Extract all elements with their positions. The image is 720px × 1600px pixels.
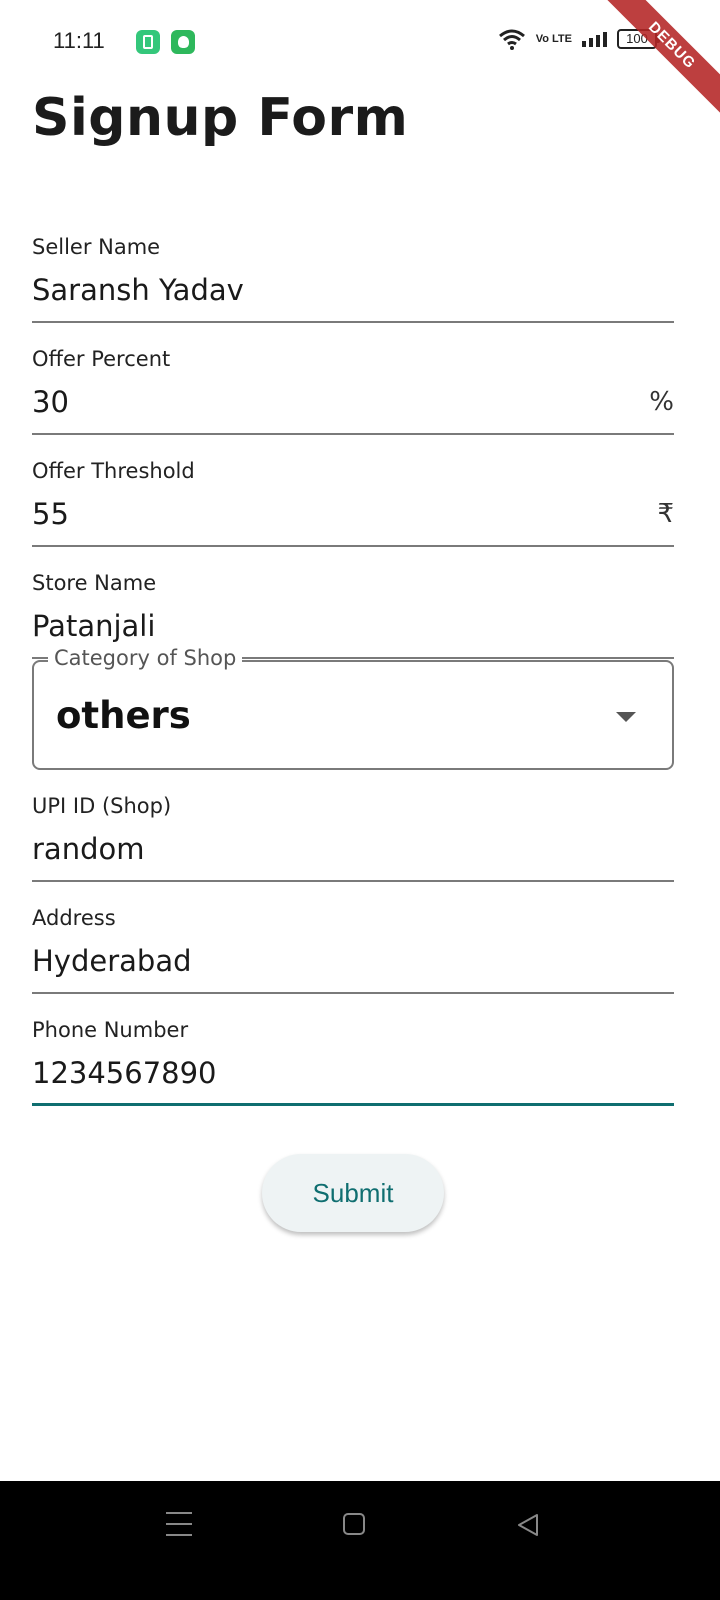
store-name-input[interactable]: Patanjali: [32, 609, 155, 643]
phone-number-field[interactable]: Phone Number 1234567890: [32, 994, 674, 1106]
store-name-label: Store Name: [32, 571, 157, 595]
back-icon[interactable]: [515, 1512, 541, 1538]
address-field[interactable]: Address Hyderabad: [32, 882, 674, 994]
offer-threshold-field[interactable]: Offer Threshold 55 ₹: [32, 435, 674, 547]
seller-name-input[interactable]: Saransh Yadav: [32, 273, 244, 307]
category-dropdown[interactable]: Category of Shop others: [32, 646, 674, 770]
status-time: 11:11: [53, 28, 105, 53]
rupee-suffix: ₹: [657, 499, 674, 529]
offer-threshold-input[interactable]: 55: [32, 497, 69, 531]
offer-percent-input[interactable]: 30: [32, 385, 69, 419]
address-input[interactable]: Hyderabad: [32, 944, 192, 978]
offer-percent-field[interactable]: Offer Percent 30 %: [32, 323, 674, 435]
category-selected-value[interactable]: others: [56, 694, 191, 737]
battery-level: 100: [617, 29, 657, 49]
shield-icon: [171, 30, 195, 54]
phone-number-label: Phone Number: [32, 1018, 189, 1042]
status-bar: 11:11 Vo LTE 100: [0, 0, 720, 84]
upi-id-input[interactable]: random: [32, 832, 144, 866]
address-label: Address: [32, 906, 116, 930]
submit-button[interactable]: Submit: [262, 1154, 444, 1232]
volte-icon: Vo LTE: [535, 32, 572, 45]
phone-number-input[interactable]: 1234567890: [32, 1056, 217, 1090]
home-icon[interactable]: [343, 1513, 365, 1535]
upi-id-label: UPI ID (Shop): [32, 794, 172, 818]
recents-icon[interactable]: [166, 1512, 192, 1536]
category-label: Category of Shop: [48, 646, 243, 670]
system-nav-bar: [0, 1481, 720, 1600]
percent-suffix: %: [649, 387, 674, 417]
battery-saver-icon: [136, 30, 160, 54]
battery-icon: 100: [617, 29, 660, 49]
store-name-field[interactable]: Store Name Patanjali: [32, 547, 674, 659]
status-icons: Vo LTE 100: [498, 28, 660, 50]
offer-percent-label: Offer Percent: [32, 347, 171, 371]
seller-name-field[interactable]: Seller Name Saransh Yadav: [32, 211, 674, 323]
dropdown-arrow-icon[interactable]: [616, 712, 636, 722]
wifi-icon: [498, 29, 525, 50]
page-title: Signup Form: [32, 88, 409, 148]
seller-name-label: Seller Name: [32, 235, 161, 259]
upi-id-field[interactable]: UPI ID (Shop) random: [32, 770, 674, 882]
signal-icon: [582, 31, 607, 47]
offer-threshold-label: Offer Threshold: [32, 459, 195, 483]
